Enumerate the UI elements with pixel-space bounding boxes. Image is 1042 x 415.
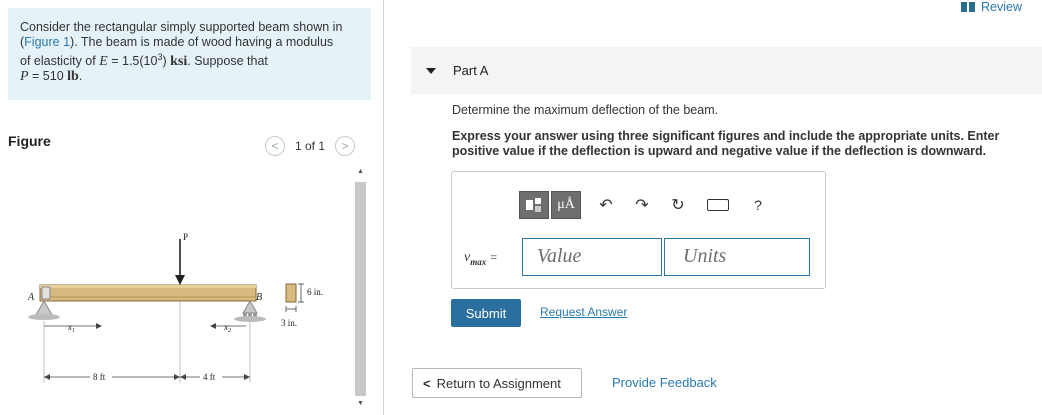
units-symbols-button[interactable]: μÅ [551, 191, 581, 219]
redo-icon[interactable]: ↷ [631, 195, 653, 215]
figure-pager: < 1 of 1 > [265, 135, 356, 157]
return-to-assignment-button[interactable]: < Return to Assignment [412, 368, 582, 398]
figure-page-count: 1 of 1 [295, 139, 326, 153]
question-text: Determine the maximum deflection of the … [452, 103, 719, 117]
span-2-label: 4 ft [203, 372, 216, 382]
answer-instructions: Express your answer using three signific… [452, 129, 1000, 158]
end-a-label: A [27, 292, 35, 303]
templates-button[interactable] [519, 191, 549, 219]
beam-figure: P A B 6 in. 3 in. x1 x2 8 ft 4 ft [27, 232, 323, 383]
collapse-triangle-icon[interactable] [426, 68, 436, 74]
part-a-header[interactable]: Part A [411, 47, 1042, 94]
value-input[interactable]: Value [522, 238, 662, 276]
math-toolbar: μÅ ↶ ↷ ↻ ? [519, 191, 769, 219]
problem-line-3: of elasticity of E = 1.5(103) ksi. Suppo… [20, 52, 268, 70]
provide-feedback-link[interactable]: Provide Feedback [612, 375, 717, 390]
book-icon [961, 2, 975, 12]
figure-scrollbar[interactable]: ▲ ▼ [353, 166, 368, 414]
part-title: Part A [453, 63, 489, 78]
reset-icon[interactable]: ↻ [667, 195, 689, 215]
problem-line-4: P = 510 lb. [20, 69, 83, 85]
prev-figure-button[interactable]: < [265, 136, 285, 156]
answer-box: μÅ ↶ ↷ ↻ ? vmax = Value Units [451, 171, 826, 289]
help-icon[interactable]: ? [747, 197, 769, 213]
beam [39, 284, 257, 302]
x2-label: x2 [223, 322, 231, 334]
chevron-left-icon: < [423, 375, 431, 391]
load-label: P [183, 232, 188, 242]
section-height-label: 6 in. [307, 287, 323, 297]
submit-button[interactable]: Submit [451, 299, 521, 327]
roller-support-b [234, 300, 266, 322]
chevron-right-icon: > [341, 139, 349, 153]
x1-label: x1 [67, 322, 75, 334]
load-symbol: P [20, 69, 29, 85]
figure-link[interactable]: Figure 1 [24, 35, 70, 49]
load-unit: lb [67, 69, 79, 85]
scroll-down-icon[interactable]: ▼ [353, 400, 368, 407]
problem-line-1: Consider the rectangular simply supporte… [20, 20, 343, 34]
units-input[interactable]: Units [664, 238, 810, 276]
templates-icon [526, 198, 541, 212]
keyboard-icon[interactable] [707, 199, 729, 211]
modulus-symbol: E [99, 54, 108, 70]
modulus-unit: ksi [170, 54, 188, 70]
problem-statement: Consider the rectangular simply supporte… [8, 8, 371, 100]
mu-angstrom-icon: μÅ [557, 197, 575, 212]
section-width-label: 3 in. [281, 318, 297, 328]
undo-icon[interactable]: ↶ [595, 195, 617, 215]
answer-variable: vmax = [464, 250, 498, 267]
problem-line-2: (Figure 1). The beam is made of wood hav… [20, 35, 334, 49]
scroll-up-icon[interactable]: ▲ [353, 168, 368, 175]
span-1-label: 8 ft [93, 372, 106, 382]
span-dimension [44, 370, 250, 382]
chevron-left-icon: < [271, 139, 279, 153]
end-b-label: B [256, 292, 262, 303]
request-answer-link[interactable]: Request Answer [540, 305, 627, 319]
scroll-thumb[interactable] [355, 182, 366, 396]
load-arrow [175, 239, 185, 285]
review-link[interactable]: Review [961, 0, 1022, 14]
figure-title: Figure [8, 133, 51, 149]
next-figure-button[interactable]: > [335, 136, 356, 156]
cross-section [285, 283, 304, 312]
panel-divider [383, 0, 384, 415]
